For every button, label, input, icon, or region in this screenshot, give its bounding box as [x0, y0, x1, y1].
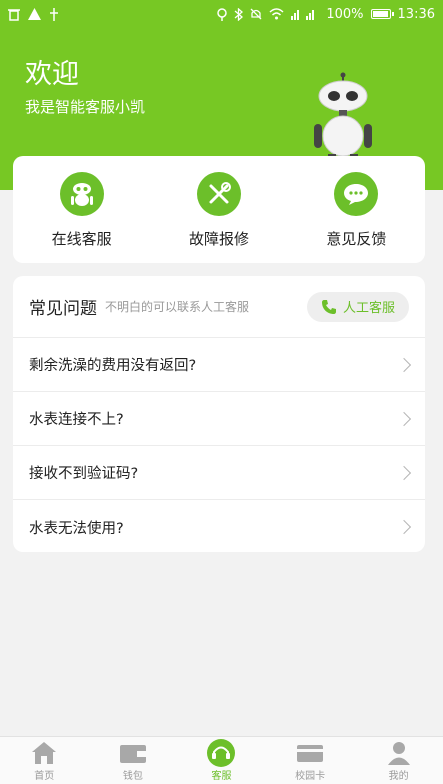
faq-question: 接收不到验证码? [29, 466, 139, 482]
faq-item[interactable]: 水表连接不上? [13, 392, 425, 446]
faq-question: 水表连接不上? [29, 412, 124, 428]
status-bar: 100% 13:36 [0, 0, 443, 28]
service-online-support[interactable]: 在线客服 [13, 156, 150, 263]
battery-level [372, 11, 388, 17]
faq-item[interactable]: 接收不到验证码? [13, 446, 425, 500]
bluetooth-icon [234, 7, 244, 21]
location-icon [217, 7, 228, 21]
battery-icon [370, 9, 394, 19]
headset-icon [206, 739, 236, 767]
card-icon [295, 739, 325, 767]
chevron-right-icon [396, 411, 412, 426]
home-icon [29, 739, 59, 767]
service-feedback[interactable]: 意见反馈 [288, 156, 425, 263]
tab-label: 钱包 [122, 771, 143, 782]
chevron-right-icon [396, 519, 412, 535]
chevron-right-icon [396, 357, 412, 372]
faq-card: 常见问题 不明白的可以联系人工客服 人工客服 剩余洗澡的费用没有返回? 水表连接… [13, 276, 425, 552]
phone-icon [321, 299, 336, 314]
wallet-icon [118, 739, 148, 767]
chevron-right-icon [396, 465, 412, 480]
service-label: 在线客服 [51, 230, 112, 248]
tab-label: 校园卡 [295, 771, 326, 782]
bottom-tab-bar: 首页 钱包 客服 校园卡 我的 [0, 736, 443, 784]
robot-icon [59, 172, 104, 216]
service-card: 在线客服 故障报修 意见反馈 [13, 156, 425, 263]
tab-label: 客服 [211, 771, 232, 782]
wifi-icon [269, 8, 284, 20]
chat-bubble-icon [334, 172, 379, 216]
service-label: 故障报修 [188, 230, 249, 248]
robot-mascot-icon [314, 72, 372, 162]
faq-item[interactable]: 剩余洗澡的费用没有返回? [13, 338, 425, 392]
faq-header: 常见问题 不明白的可以联系人工客服 人工客服 [13, 276, 425, 338]
trash-icon [8, 8, 20, 21]
mute-icon [250, 8, 262, 20]
service-fault-repair[interactable]: 故障报修 [150, 156, 287, 263]
tab-campus-card[interactable]: 校园卡 [266, 737, 355, 784]
welcome-title: 欢迎 [25, 59, 79, 90]
faq-title: 常见问题 [29, 299, 97, 319]
warning-icon [28, 8, 41, 20]
usb-icon [50, 7, 58, 21]
user-icon [384, 739, 414, 767]
battery-percent: 100% [326, 6, 364, 22]
tab-profile[interactable]: 我的 [354, 737, 443, 784]
faq-item[interactable]: 水表无法使用? [13, 500, 425, 554]
tab-wallet[interactable]: 钱包 [89, 737, 178, 784]
tools-icon [196, 172, 241, 216]
welcome-subtitle: 我是智能客服小凯 [25, 98, 146, 116]
tab-customer-service[interactable]: 客服 [177, 737, 266, 784]
faq-question: 水表无法使用? [29, 520, 124, 537]
signal-icon [291, 10, 315, 20]
contact-human-button[interactable]: 人工客服 [306, 291, 409, 322]
tab-label: 我的 [388, 771, 409, 782]
tab-home[interactable]: 首页 [0, 737, 89, 784]
service-label: 意见反馈 [326, 230, 387, 248]
tab-label: 首页 [34, 771, 55, 782]
faq-hint: 不明白的可以联系人工客服 [105, 300, 250, 314]
status-time: 13:36 [397, 6, 435, 22]
contact-human-label: 人工客服 [342, 301, 395, 316]
faq-question: 剩余洗澡的费用没有返回? [29, 358, 197, 374]
